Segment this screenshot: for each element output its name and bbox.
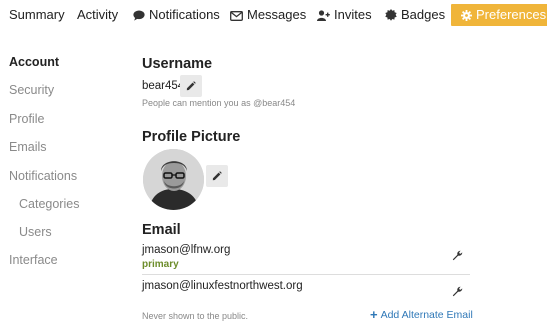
wrench-icon[interactable] bbox=[452, 248, 463, 266]
tab-badges-label: Badges bbox=[401, 7, 446, 22]
sidebar-item-account[interactable]: Account bbox=[9, 55, 59, 69]
tab-invites[interactable]: Invites bbox=[317, 3, 372, 27]
email-privacy-note: Never shown to the public. bbox=[142, 311, 249, 321]
edit-username-button[interactable] bbox=[180, 75, 202, 97]
sidebar-item-notifications[interactable]: Notifications bbox=[9, 169, 77, 183]
edit-avatar-button[interactable] bbox=[206, 165, 228, 187]
add-alternate-email-link[interactable]: + Add Alternate Email bbox=[370, 307, 473, 322]
sidebar-item-categories[interactable]: Categories bbox=[19, 197, 79, 211]
pencil-icon bbox=[212, 171, 222, 181]
user-nav-tabs: Summary Activity Notifications Messages … bbox=[0, 3, 547, 29]
tab-badges[interactable]: Badges bbox=[385, 3, 445, 27]
username-hint: People can mention you as @bear454 bbox=[142, 98, 296, 108]
plus-icon: + bbox=[370, 307, 378, 322]
email-divider bbox=[142, 274, 470, 275]
tab-messages-label: Messages bbox=[247, 7, 307, 22]
comment-icon bbox=[133, 10, 145, 21]
gear-icon bbox=[461, 10, 472, 21]
wrench-icon[interactable] bbox=[452, 284, 463, 302]
email-address-primary: jmason@lfnw.org bbox=[142, 244, 231, 256]
user-plus-icon bbox=[317, 10, 330, 21]
email-address-secondary: jmason@linuxfestnorthwest.org bbox=[142, 280, 303, 292]
tab-preferences-label: Preferences bbox=[476, 7, 547, 22]
sidebar-item-interface[interactable]: Interface bbox=[9, 253, 58, 267]
tab-summary-label: Summary bbox=[9, 7, 65, 22]
tab-activity-label: Activity bbox=[77, 7, 119, 22]
certificate-icon bbox=[385, 9, 397, 21]
profile-picture-heading: Profile Picture bbox=[142, 129, 241, 145]
sidebar-item-security[interactable]: Security bbox=[9, 83, 54, 97]
email-heading: Email bbox=[142, 222, 181, 238]
tab-activity[interactable]: Activity bbox=[77, 3, 118, 27]
sidebar-item-profile[interactable]: Profile bbox=[9, 112, 44, 126]
tab-summary[interactable]: Summary bbox=[9, 3, 65, 27]
username-heading: Username bbox=[142, 56, 213, 72]
tab-messages[interactable]: Messages bbox=[230, 3, 306, 27]
primary-badge: primary bbox=[142, 259, 179, 270]
tab-notifications-label: Notifications bbox=[149, 7, 220, 22]
tab-invites-label: Invites bbox=[334, 7, 372, 22]
add-alternate-email-label: Add Alternate Email bbox=[380, 309, 473, 321]
pencil-icon bbox=[186, 81, 196, 91]
sidebar-item-emails[interactable]: Emails bbox=[9, 140, 47, 154]
envelope-icon bbox=[230, 11, 243, 21]
tab-preferences[interactable]: Preferences bbox=[451, 4, 547, 26]
username-value: bear454 bbox=[142, 80, 185, 92]
avatar bbox=[143, 149, 204, 210]
sidebar-item-users[interactable]: Users bbox=[19, 225, 52, 239]
tab-notifications[interactable]: Notifications bbox=[133, 3, 220, 27]
